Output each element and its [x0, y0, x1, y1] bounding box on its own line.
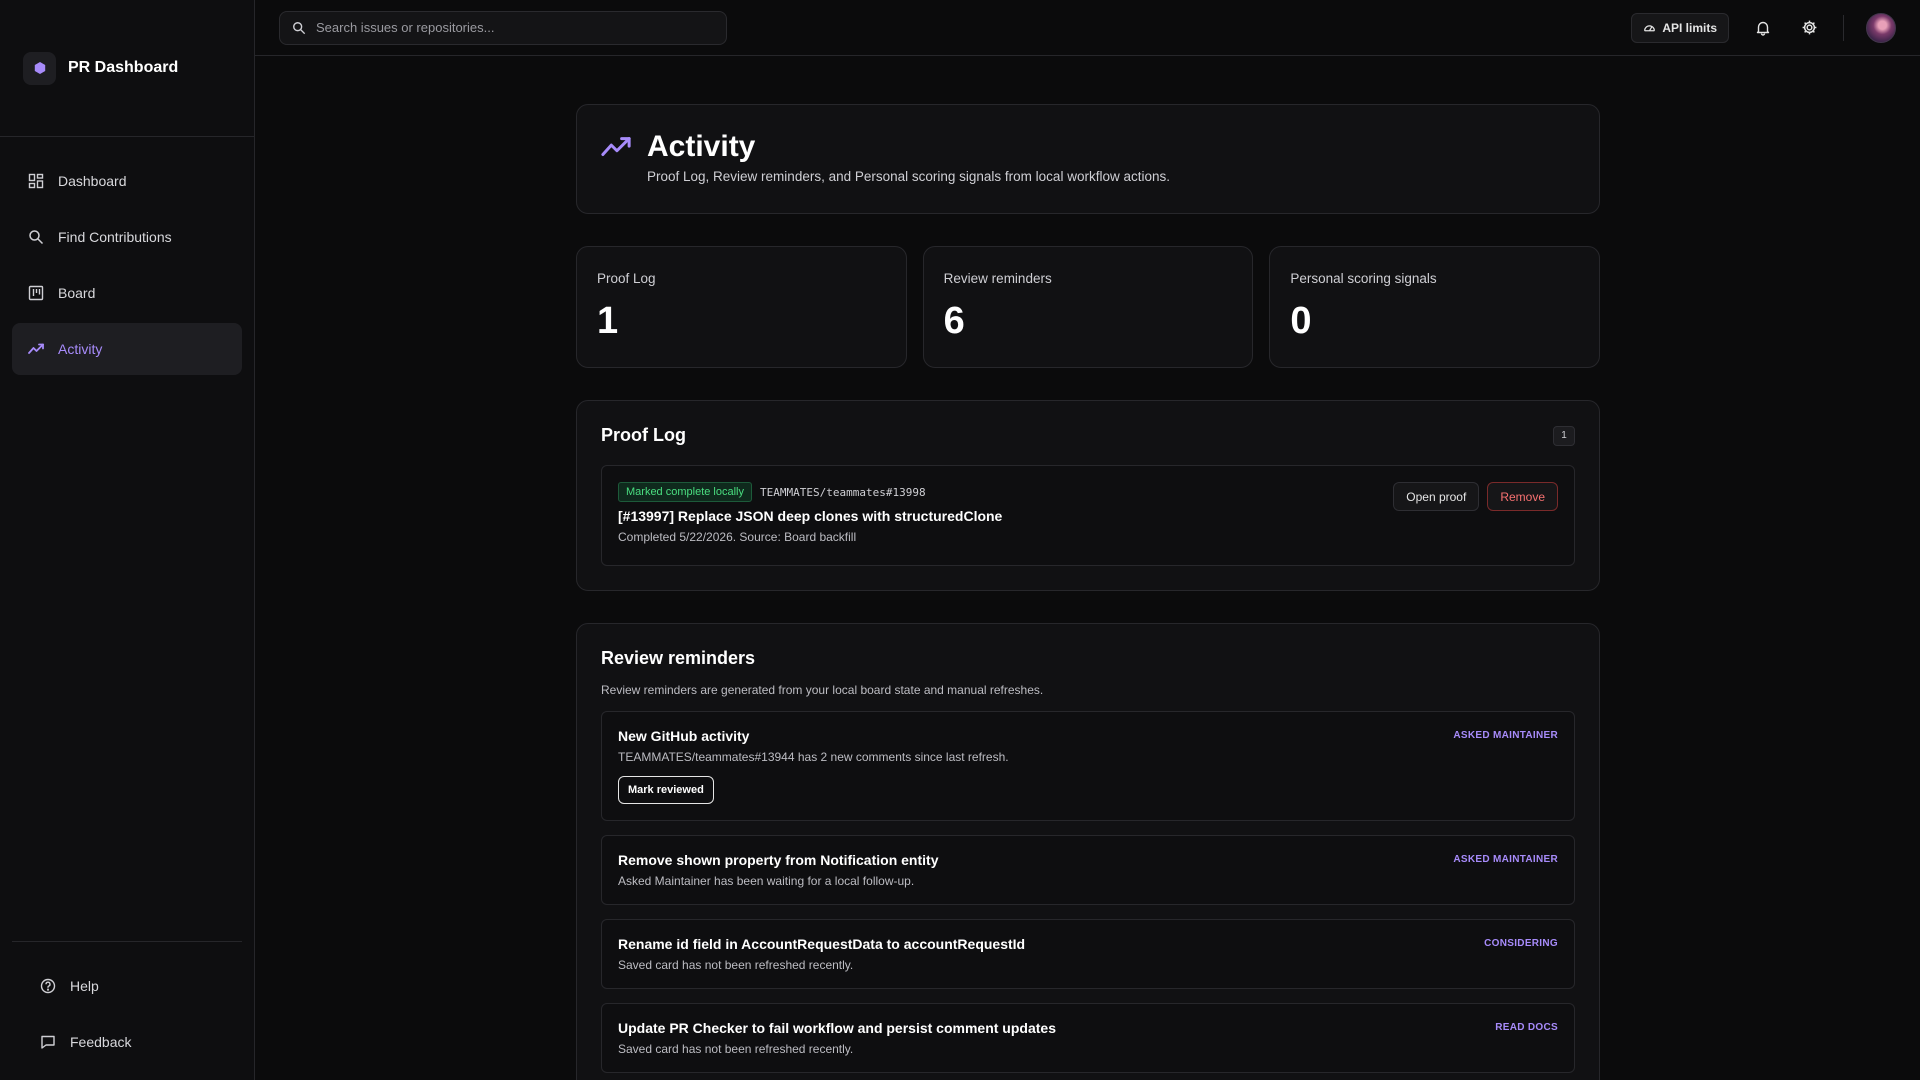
reminder-item: Rename id field in AccountRequestData to… — [601, 919, 1575, 989]
gear-icon — [1802, 20, 1816, 35]
notifications-button[interactable] — [1751, 16, 1775, 40]
topbar-actions: API limits — [1631, 12, 1896, 43]
reminder-item: Update PR Checker to fail workflow and p… — [601, 1003, 1575, 1073]
reminder-detail: TEAMMATES/teammates#13944 has 2 new comm… — [618, 750, 1009, 764]
page-title: Activity — [647, 130, 756, 163]
sidebar-item-label: Activity — [58, 341, 103, 357]
gauge-icon — [1644, 25, 1656, 32]
open-proof-button[interactable]: Open proof — [1393, 482, 1480, 511]
reminder-title: Remove shown property from Notification … — [618, 852, 939, 868]
avatar[interactable] — [1866, 12, 1896, 43]
topbar-divider — [1843, 14, 1844, 41]
stat-label: Proof Log — [597, 271, 656, 286]
grid-icon — [28, 173, 44, 189]
status-tag: ASKED MAINTAINER — [1453, 854, 1558, 865]
section-title: Proof Log — [601, 425, 686, 445]
settings-button[interactable] — [1797, 16, 1821, 40]
stat-card-review-reminders: Review reminders 6 — [922, 246, 1254, 368]
remove-button[interactable]: Remove — [1487, 482, 1558, 511]
sidebar-item-board[interactable]: Board — [12, 267, 242, 319]
section-title: Review reminders — [601, 648, 756, 668]
sidebar: PR Dashboard Dashboard Find Contribution… — [0, 0, 255, 1080]
sidebar-item-label: Find Contributions — [58, 229, 172, 245]
sidebar-item-label: Help — [70, 978, 99, 994]
section-description: Review reminders are generated from your… — [601, 683, 1044, 697]
review-reminders-section: Review reminders Review reminders are ge… — [576, 623, 1600, 1080]
activity-column: Activity Proof Log, Review reminders, an… — [576, 104, 1601, 1080]
search-box[interactable] — [279, 10, 727, 45]
activity-icon — [28, 343, 44, 354]
sidebar-item-label: Feedback — [70, 1034, 132, 1050]
api-limits-label: API limits — [1662, 20, 1717, 35]
proof-entry-actions: Open proof Remove — [1393, 482, 1558, 511]
proof-entry: Marked complete locally TEAMMATES/teamma… — [601, 465, 1575, 566]
reminder-detail: Saved card has not been refreshed recent… — [618, 958, 854, 972]
status-tag: ASKED MAINTAINER — [1453, 730, 1558, 741]
page-subtitle: Proof Log, Review reminders, and Persona… — [647, 169, 1170, 184]
status-badge: Marked complete locally — [618, 482, 752, 502]
sidebar-item-find-contributions[interactable]: Find Contributions — [12, 211, 242, 263]
content-area: Activity Proof Log, Review reminders, an… — [255, 56, 1920, 1080]
reminder-detail: Asked Maintainer has been waiting for a … — [618, 874, 915, 888]
reminder-item: Remove shown property from Notification … — [601, 835, 1575, 905]
stats-row: Proof Log 1 Review reminders 6 Personal … — [576, 246, 1601, 368]
reminder-title: Rename id field in AccountRequestData to… — [618, 936, 1026, 952]
sidebar-item-activity[interactable]: Activity — [12, 323, 242, 375]
api-limits-button[interactable]: API limits — [1631, 12, 1729, 43]
status-tag: READ DOCS — [1495, 1022, 1558, 1033]
search-icon — [293, 21, 306, 34]
stat-card-proof-log: Proof Log 1 — [576, 246, 907, 368]
proof-entry-meta: Completed 5/22/2026. Source: Board backf… — [618, 530, 857, 544]
issue-reference: TEAMMATES/teammates#13998 — [760, 485, 926, 499]
bell-icon — [1756, 21, 1770, 36]
sidebar-item-feedback[interactable]: Feedback — [12, 1016, 242, 1068]
stat-label: Personal scoring signals — [1290, 271, 1437, 286]
reminder-detail: Saved card has not been refreshed recent… — [618, 1042, 854, 1056]
sidebar-nav: Dashboard Find Contributions Board Activ… — [0, 137, 254, 393]
stat-value: 6 — [943, 300, 965, 342]
stat-value: 1 — [597, 300, 619, 342]
sidebar-item-label: Board — [58, 285, 96, 301]
brand-logo-icon — [23, 51, 56, 85]
feedback-icon — [41, 1035, 55, 1049]
proof-log-section: Proof Log 1 Marked complete locally TEAM… — [576, 400, 1600, 591]
brand: PR Dashboard — [0, 0, 254, 137]
main-area: API limits Activity Proof — [255, 0, 1920, 1080]
reminder-title: New GitHub activity — [618, 728, 750, 744]
count-badge: 1 — [1553, 425, 1575, 446]
search-input[interactable] — [316, 20, 714, 35]
mark-reviewed-button[interactable]: Mark reviewed — [618, 776, 714, 804]
status-tag: CONSIDERING — [1484, 938, 1558, 949]
board-icon — [28, 285, 44, 301]
help-icon — [40, 978, 56, 994]
brand-title: PR Dashboard — [68, 59, 179, 76]
sidebar-item-label: Dashboard — [58, 173, 127, 189]
sidebar-footer: Help Feedback — [12, 941, 242, 1080]
sidebar-item-dashboard[interactable]: Dashboard — [12, 155, 242, 207]
stat-value: 0 — [1290, 300, 1312, 342]
stat-label: Review reminders — [943, 271, 1052, 286]
page-header-card: Activity Proof Log, Review reminders, an… — [576, 104, 1600, 214]
sidebar-item-help[interactable]: Help — [12, 960, 242, 1012]
proof-log-header: Proof Log 1 — [601, 425, 1575, 446]
search-icon — [29, 230, 44, 245]
reminder-item: New GitHub activity TEAMMATES/teammates#… — [601, 711, 1575, 821]
reminder-title: Update PR Checker to fail workflow and p… — [618, 1020, 1056, 1036]
stat-card-personal-scoring: Personal scoring signals 0 — [1269, 246, 1601, 368]
topbar: API limits — [255, 0, 1920, 56]
activity-icon — [601, 137, 631, 156]
